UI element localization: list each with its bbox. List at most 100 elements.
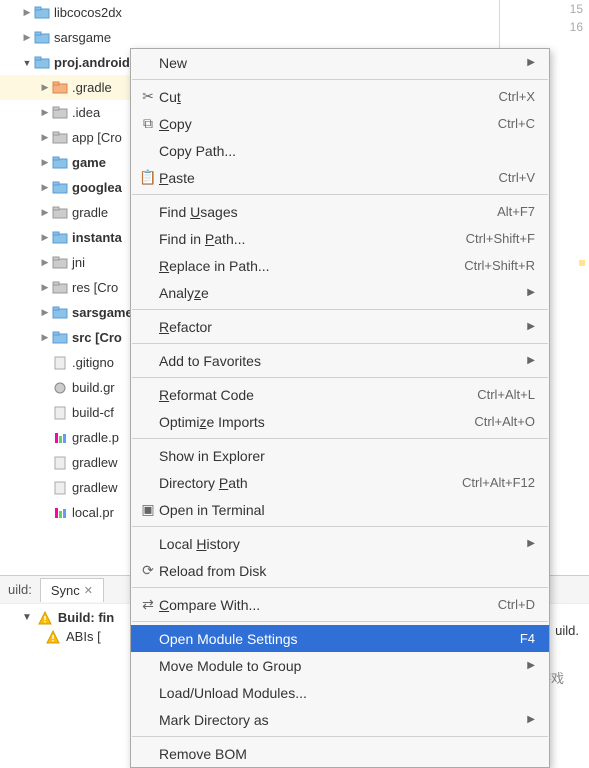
module-icon xyxy=(34,6,50,20)
module-icon xyxy=(34,56,50,70)
folder-icon xyxy=(52,281,68,295)
menu-separator xyxy=(132,377,548,378)
menu-analyze[interactable]: Analyze▶ xyxy=(131,279,549,306)
menu-directory-path[interactable]: Directory PathCtrl+Alt+F12 xyxy=(131,469,549,496)
tree-label: build.gr xyxy=(72,380,115,395)
line-number: 16 xyxy=(500,18,589,36)
close-icon[interactable]: ✕ xyxy=(84,584,93,597)
file-icon xyxy=(52,456,68,470)
menu-separator xyxy=(132,194,548,195)
terminal-icon: ▣ xyxy=(137,501,159,518)
menu-cut[interactable]: ✂CutCtrl+X xyxy=(131,83,549,110)
module-icon xyxy=(52,306,68,320)
panel-label: uild: xyxy=(0,582,40,597)
tree-label: googlea xyxy=(72,180,122,195)
warning-icon xyxy=(38,611,52,625)
menu-load-unload[interactable]: Load/Unload Modules... xyxy=(131,679,549,706)
menu-move-module[interactable]: Move Module to Group▶ xyxy=(131,652,549,679)
context-menu: New▶ ✂CutCtrl+X ⧉CopyCtrl+C Copy Path...… xyxy=(130,48,550,768)
tree-row[interactable]: ▶ sarsgame xyxy=(0,25,490,50)
menu-refactor[interactable]: Refactor▶ xyxy=(131,313,549,340)
scissors-icon: ✂ xyxy=(137,88,159,105)
tab-label: Sync xyxy=(51,583,80,598)
copy-icon: ⧉ xyxy=(137,115,159,132)
menu-replace-in-path[interactable]: Replace in Path...Ctrl+Shift+R xyxy=(131,252,549,279)
expand-icon[interactable]: ▶ xyxy=(38,131,52,145)
build-tail: uild. xyxy=(555,623,579,638)
expand-icon[interactable]: ▶ xyxy=(38,106,52,120)
menu-reload-disk[interactable]: ⟳Reload from Disk xyxy=(131,557,549,584)
menu-copy-path[interactable]: Copy Path... xyxy=(131,137,549,164)
menu-separator xyxy=(132,309,548,310)
refresh-icon: ⟳ xyxy=(137,562,159,579)
menu-separator xyxy=(132,736,548,737)
tree-label: sarsgame xyxy=(72,305,133,320)
tree-label: game xyxy=(72,155,106,170)
expand-icon[interactable]: ▶ xyxy=(38,206,52,220)
folder-icon xyxy=(52,106,68,120)
folder-icon xyxy=(52,256,68,270)
expand-icon[interactable]: ▶ xyxy=(38,181,52,195)
tree-label: gradle xyxy=(72,205,108,220)
menu-remove-bom[interactable]: Remove BOM xyxy=(131,740,549,767)
menu-separator xyxy=(132,438,548,439)
expand-icon[interactable]: ▶ xyxy=(38,306,52,320)
tree-row[interactable]: ▶ libcocos2dx xyxy=(0,0,490,25)
menu-compare-with[interactable]: ⇄Compare With...Ctrl+D xyxy=(131,591,549,618)
module-icon xyxy=(52,231,68,245)
menu-find-usages[interactable]: Find UsagesAlt+F7 xyxy=(131,198,549,225)
expand-icon[interactable]: ▶ xyxy=(38,331,52,345)
menu-show-explorer[interactable]: Show in Explorer xyxy=(131,442,549,469)
expand-icon[interactable]: ▶ xyxy=(38,231,52,245)
file-icon xyxy=(52,481,68,495)
module-icon xyxy=(34,31,50,45)
properties-icon xyxy=(52,506,68,520)
menu-copy[interactable]: ⧉CopyCtrl+C xyxy=(131,110,549,137)
tree-label: build-cf xyxy=(72,405,114,420)
tree-label: local.pr xyxy=(72,505,114,520)
collapse-icon[interactable]: ▼ xyxy=(22,612,32,623)
expand-icon[interactable]: ▶ xyxy=(20,6,34,20)
menu-add-favorites[interactable]: Add to Favorites▶ xyxy=(131,347,549,374)
expand-icon[interactable]: ▶ xyxy=(38,156,52,170)
tree-label: gradlew xyxy=(72,455,118,470)
menu-local-history[interactable]: Local History▶ xyxy=(131,530,549,557)
menu-optimize-imports[interactable]: Optimize ImportsCtrl+Alt+O xyxy=(131,408,549,435)
collapse-icon[interactable]: ▼ xyxy=(20,56,34,70)
expand-icon[interactable]: ▶ xyxy=(38,281,52,295)
tree-label: res [Cro xyxy=(72,280,118,295)
warning-icon xyxy=(46,630,60,644)
build-label: ABIs [ xyxy=(66,629,101,644)
module-icon xyxy=(52,181,68,195)
module-icon xyxy=(52,331,68,345)
menu-paste[interactable]: 📋PasteCtrl+V xyxy=(131,164,549,191)
menu-find-in-path[interactable]: Find in Path...Ctrl+Shift+F xyxy=(131,225,549,252)
menu-open-terminal[interactable]: ▣Open in Terminal xyxy=(131,496,549,523)
tree-label: jni xyxy=(72,255,85,270)
file-icon xyxy=(52,406,68,420)
diff-icon: ⇄ xyxy=(137,596,159,613)
line-number: 15 xyxy=(500,0,589,18)
build-label: Build: fin xyxy=(58,610,114,625)
menu-separator xyxy=(132,526,548,527)
menu-reformat[interactable]: Reformat CodeCtrl+Alt+L xyxy=(131,381,549,408)
expand-icon[interactable]: ▶ xyxy=(38,81,52,95)
module-icon xyxy=(52,156,68,170)
folder-icon xyxy=(52,206,68,220)
menu-new[interactable]: New▶ xyxy=(131,49,549,76)
properties-icon xyxy=(52,431,68,445)
tree-label: instanta xyxy=(72,230,122,245)
tree-label: sarsgame xyxy=(54,30,111,45)
menu-mark-directory[interactable]: Mark Directory as▶ xyxy=(131,706,549,733)
folder-icon xyxy=(52,81,68,95)
expand-icon[interactable]: ▶ xyxy=(20,31,34,45)
menu-open-module-settings[interactable]: Open Module SettingsF4 xyxy=(131,625,549,652)
tree-label: libcocos2dx xyxy=(54,5,122,20)
tree-label: gradle.p xyxy=(72,430,119,445)
sync-tab[interactable]: Sync ✕ xyxy=(40,578,104,602)
tree-label: .gradle xyxy=(72,80,112,95)
tree-label: gradlew xyxy=(72,480,118,495)
expand-icon[interactable]: ▶ xyxy=(38,256,52,270)
tree-label: .gitigno xyxy=(72,355,114,370)
tree-label: src [Cro xyxy=(72,330,122,345)
